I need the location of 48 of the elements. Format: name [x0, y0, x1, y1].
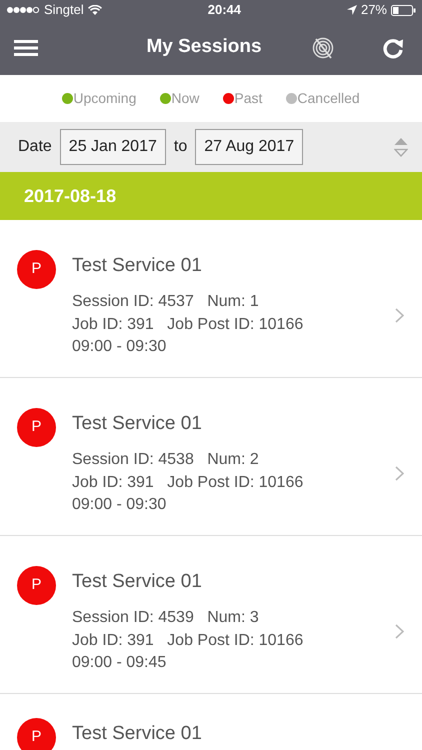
session-detail: 09:00 - 09:30	[72, 337, 168, 357]
menu-icon	[14, 38, 38, 56]
status-avatar: P	[17, 718, 56, 750]
refresh-button[interactable]	[382, 36, 404, 58]
menu-button[interactable]	[14, 38, 38, 56]
session-detail: Session ID: 4537 Num: 1	[72, 292, 260, 312]
wifi-icon	[88, 4, 102, 16]
screen-title: My Sessions	[146, 35, 262, 60]
legend-label: Now	[171, 89, 200, 108]
chevron-right-icon	[395, 308, 404, 323]
date-field[interactable]: 27 Aug 2017	[195, 129, 304, 165]
session-detail: Session ID: 4539 Num: 3	[72, 608, 260, 628]
carrier-name: Singtel	[44, 1, 84, 20]
session-item[interactable]: P Test Service 01 Session ID: 4537 Num: 1 Job ID: 391 Job Post ID: 10166 09:00 - 09:30	[0, 220, 422, 378]
chevron-right-icon	[395, 624, 404, 639]
sort-icon	[394, 137, 408, 157]
date-heading: 2017-08-18	[24, 184, 116, 208]
separator-text: to	[174, 137, 188, 157]
session-detail: Session ID: 4538 Num: 2	[72, 450, 260, 470]
session-title: Test Service 01	[72, 572, 203, 591]
signal-icon	[6, 6, 40, 14]
battery-icon	[391, 4, 416, 16]
session-detail: Job ID: 391 Job Post ID: 10166	[72, 630, 304, 650]
session-detail: 09:00 - 09:30	[72, 495, 168, 515]
session-item[interactable]: P Test Service 01 Session ID: 4539 Num: 3 Job ID: 391 Job Post ID: 10166 09:00 - 09:45	[0, 536, 422, 694]
session-detail: 09:00 - 09:45	[72, 653, 168, 673]
chevron-right-icon	[395, 466, 404, 481]
legend-label: Cancelled	[297, 89, 360, 108]
no-signal-button[interactable]	[312, 36, 334, 58]
legend-label: Upcoming	[73, 89, 136, 108]
session-title: Test Service 01	[72, 414, 203, 433]
session-detail: Job ID: 391 Job Post ID: 10166	[72, 314, 304, 334]
clock-time: 20:44	[208, 1, 241, 20]
status-avatar: P	[17, 250, 56, 289]
legend-label: Past	[234, 89, 262, 108]
date-field[interactable]: 25 Jan 2017	[60, 129, 166, 165]
session-item[interactable]: P Test Service 01	[0, 694, 422, 750]
date-label: Date	[18, 137, 52, 157]
session-item[interactable]: P Test Service 01 Session ID: 4538 Num: 2 Job ID: 391 Job Post ID: 10166 09:00 - 09:30	[0, 378, 422, 536]
battery-percent: 27%	[360, 1, 387, 20]
refresh-icon	[382, 36, 404, 58]
session-detail: Job ID: 391 Job Post ID: 10166	[72, 472, 304, 492]
status-avatar: P	[17, 408, 56, 447]
session-title: Test Service 01	[72, 724, 203, 743]
session-title: Test Service 01	[72, 256, 203, 275]
status-avatar: P	[17, 566, 56, 605]
location-arrow-icon	[346, 5, 357, 15]
no-signal-icon	[312, 36, 334, 58]
